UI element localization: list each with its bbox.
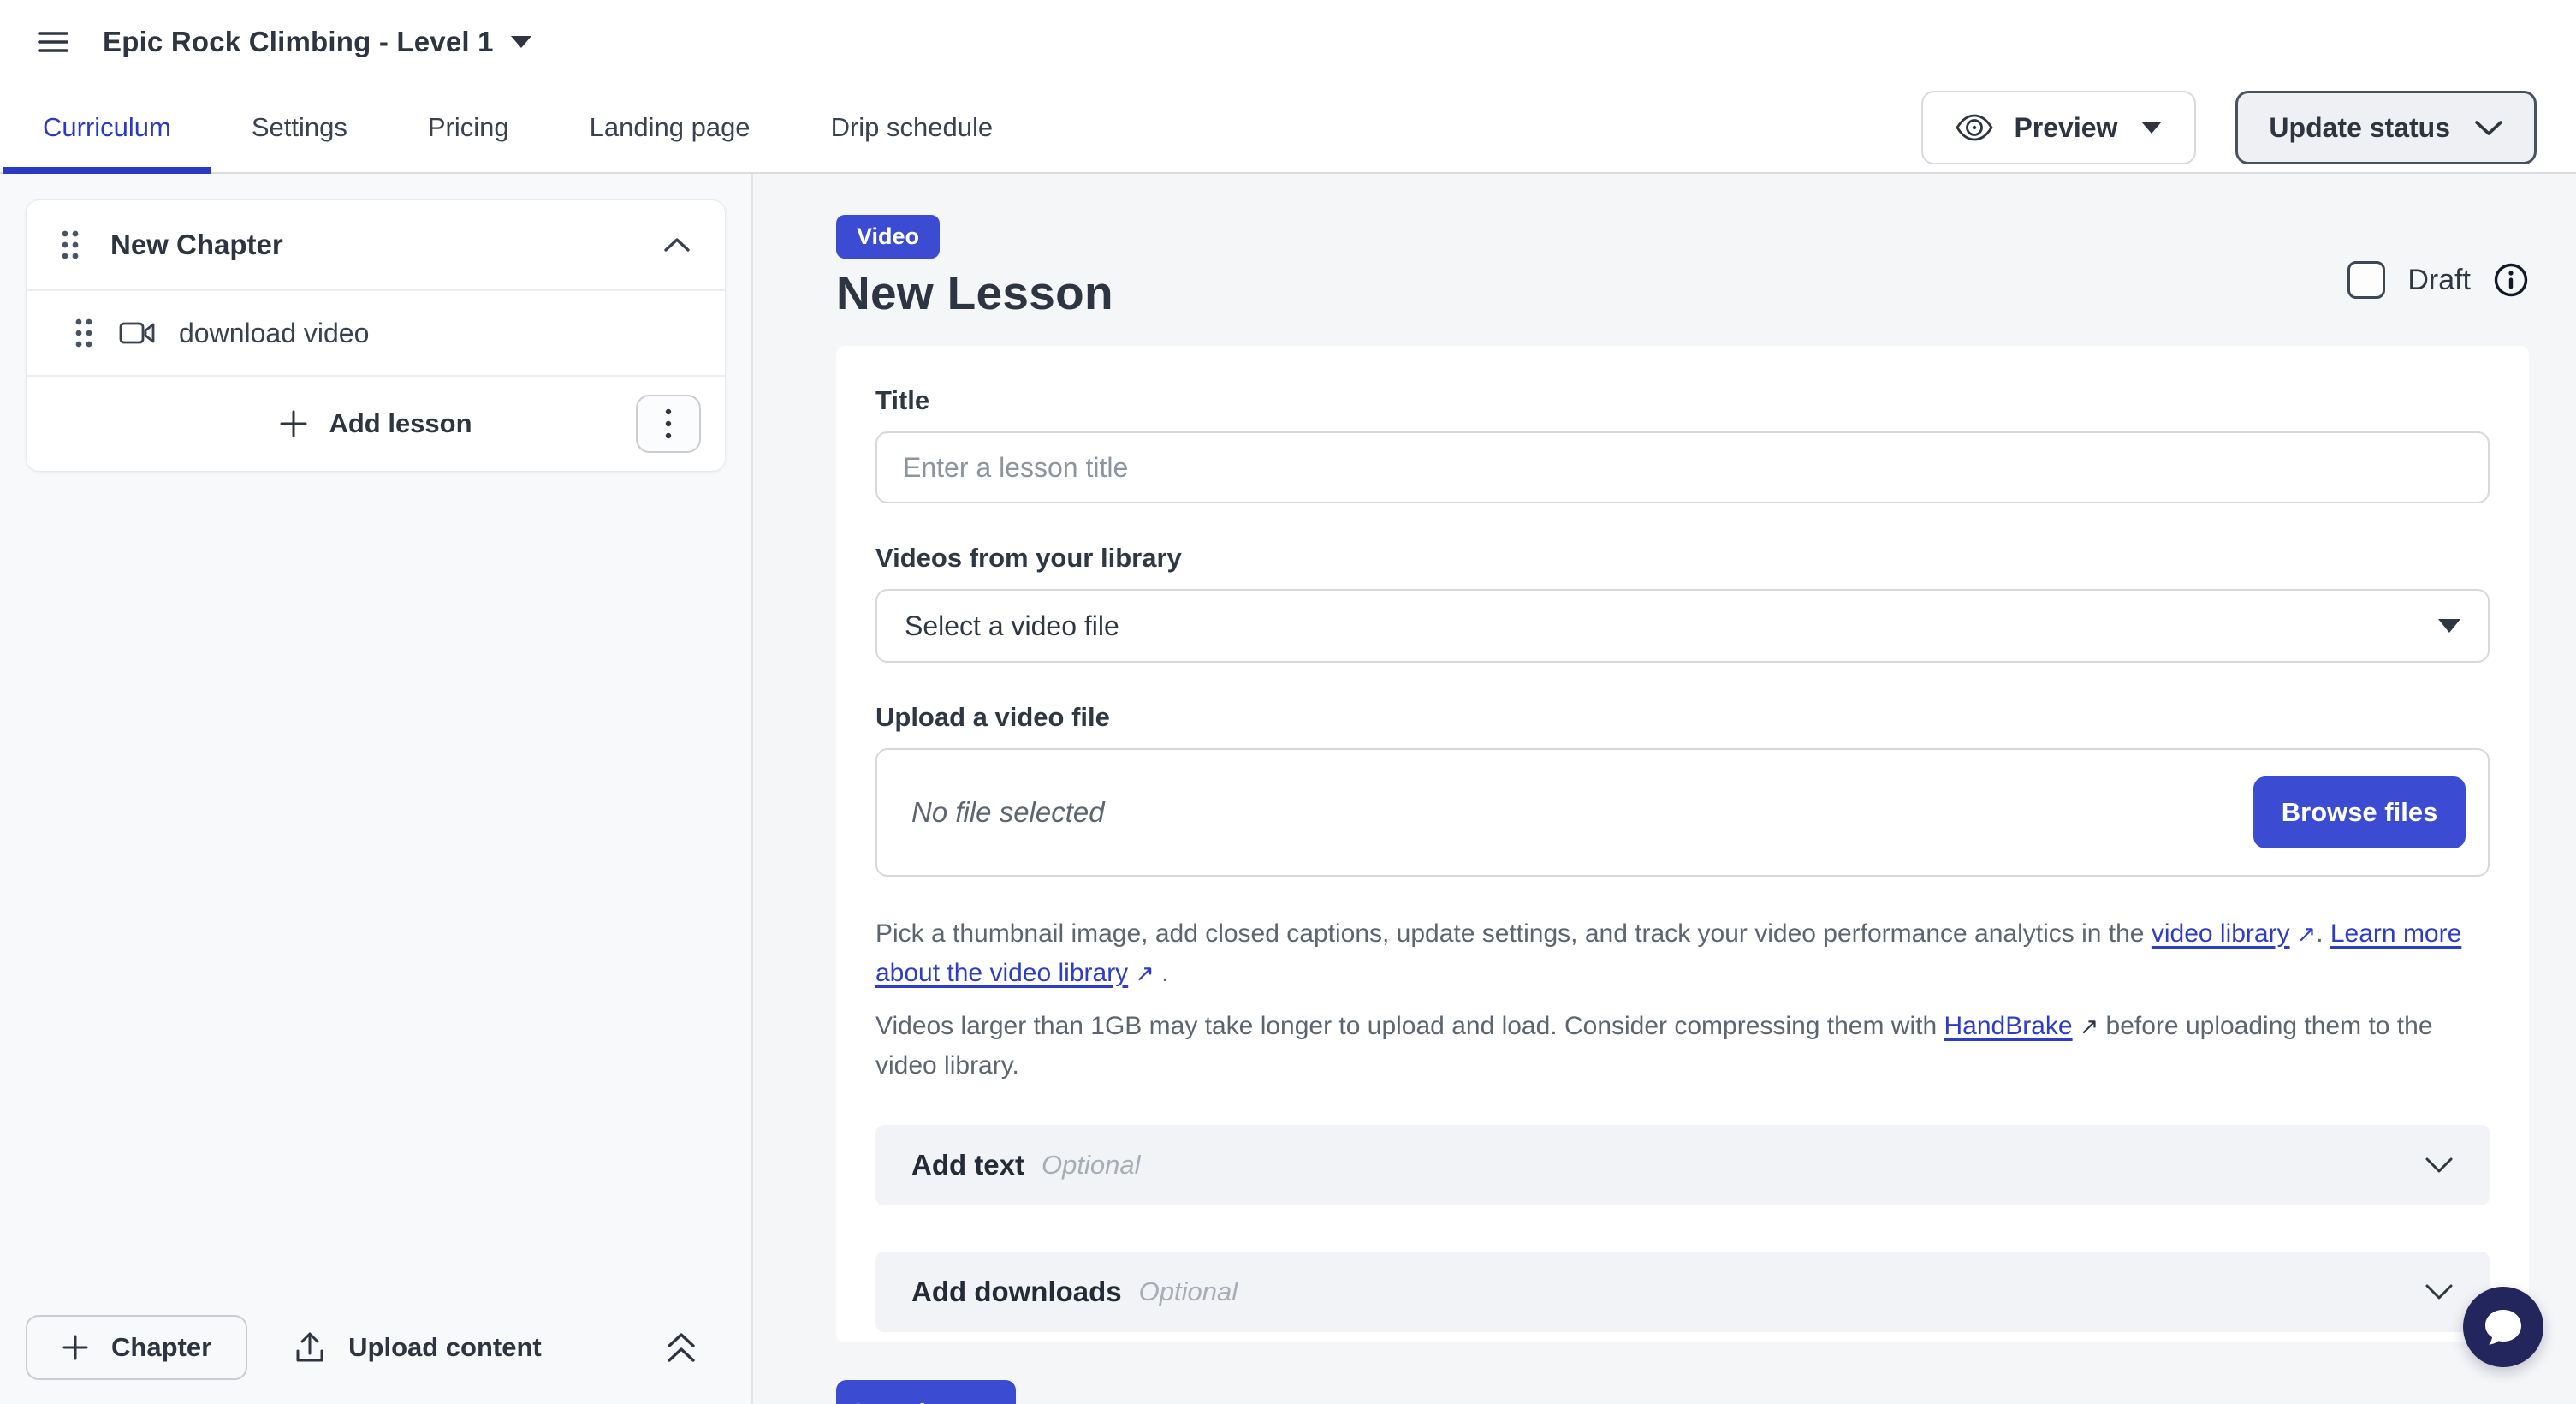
video-upload-dropzone[interactable]: No file selected Browse files (875, 748, 2490, 877)
lesson-editor-header: Video New Lesson Draft (836, 215, 2529, 320)
save-lesson-button[interactable]: Save lesson (836, 1380, 1016, 1404)
draft-checkbox[interactable] (2347, 261, 2385, 299)
optional-label: Optional (1139, 1276, 1238, 1307)
upload-content-label: Upload content (348, 1332, 542, 1363)
add-lesson-button[interactable]: Add lesson (329, 408, 472, 439)
sidebar-footer: Chapter Upload content (26, 1315, 726, 1380)
info-icon[interactable] (2493, 262, 2529, 298)
lesson-title: download video (179, 318, 369, 349)
plus-icon (279, 409, 308, 438)
chevron-down-icon (2425, 1283, 2454, 1300)
video-camera-icon (119, 320, 155, 346)
update-status-chevron-down-icon (2474, 119, 2503, 136)
plus-icon (62, 1334, 89, 1361)
chapter-header[interactable]: New Chapter (27, 200, 725, 289)
library-field-label: Videos from your library (875, 543, 2490, 574)
add-downloads-label: Add downloads (911, 1276, 1122, 1308)
chapter-kebab-menu-button[interactable] (636, 395, 701, 453)
update-status-button[interactable]: Update status (2235, 91, 2537, 164)
chat-widget-button[interactable] (2463, 1287, 2543, 1367)
help-text-segment: . (1154, 959, 1169, 987)
help-text-segment: . (2316, 919, 2330, 948)
help-text-segment: Pick a thumbnail image, add closed capti… (875, 919, 2152, 948)
tab-drip-schedule[interactable]: Drip schedule (831, 83, 994, 172)
tab-pricing[interactable]: Pricing (428, 83, 509, 172)
lesson-row-download-video[interactable]: download video (27, 289, 725, 375)
tab-settings[interactable]: Settings (252, 83, 347, 172)
eye-icon (1956, 114, 1993, 141)
tabbar-actions: Preview Update status (1921, 91, 2576, 164)
add-downloads-section-toggle[interactable]: Add downloads Optional (875, 1252, 2490, 1332)
add-text-label: Add text (911, 1149, 1024, 1181)
course-switcher-caret-icon[interactable] (511, 36, 531, 48)
course-builder-app: Epic Rock Climbing - Level 1 Curriculum … (0, 0, 2576, 1404)
video-library-select-value: Select a video file (905, 610, 1119, 642)
add-text-section-toggle[interactable]: Add text Optional (875, 1125, 2490, 1205)
help-text-segment: Videos larger than 1GB may take longer t… (875, 1012, 1944, 1040)
collapse-all-double-chevron-up-icon[interactable] (666, 1331, 697, 1364)
external-link-arrow-icon: ↗ (1135, 954, 1154, 993)
lesson-type-badge: Video (836, 215, 940, 259)
lesson-editor: Video New Lesson Draft Title Videos from… (753, 174, 2576, 1404)
add-chapter-label: Chapter (111, 1332, 211, 1363)
preview-button-label: Preview (2014, 112, 2117, 144)
upload-field-label: Upload a video file (875, 702, 2490, 733)
lesson-form-card: Title Videos from your library Select a … (836, 346, 2529, 1342)
compression-help-text: Videos larger than 1GB may take longer t… (875, 1007, 2490, 1086)
preview-button[interactable]: Preview (1921, 91, 2196, 164)
page-title: New Lesson (836, 265, 1113, 320)
content-area: New Chapter download video (0, 174, 2576, 1404)
tab-landing-page[interactable]: Landing page (590, 83, 751, 172)
video-library-help-text: Pick a thumbnail image, add closed capti… (875, 914, 2490, 993)
lesson-title-input[interactable] (875, 431, 2490, 503)
upload-icon (294, 1330, 326, 1365)
upload-content-button[interactable]: Upload content (294, 1330, 542, 1365)
lesson-heading-group: Video New Lesson (836, 215, 1113, 320)
upload-empty-text: No file selected (911, 796, 1105, 829)
drag-handle-icon[interactable] (61, 229, 80, 260)
add-chapter-button[interactable]: Chapter (26, 1315, 247, 1380)
hamburger-menu-icon[interactable] (38, 30, 68, 54)
select-caret-icon (2438, 619, 2460, 633)
chapter-title: New Chapter (110, 229, 663, 261)
update-status-label: Update status (2269, 112, 2450, 144)
chapter-collapse-chevron-up-icon[interactable] (663, 237, 691, 253)
chevron-down-icon (2425, 1157, 2454, 1174)
optional-label: Optional (1042, 1150, 1140, 1181)
drag-handle-icon[interactable] (74, 318, 93, 348)
tabbar: Curriculum Settings Pricing Landing page… (0, 83, 2576, 174)
curriculum-sidebar: New Chapter download video (0, 174, 753, 1404)
course-title[interactable]: Epic Rock Climbing - Level 1 (103, 26, 494, 58)
chapter-card: New Chapter download video (26, 199, 726, 472)
preview-caret-icon (2141, 122, 2162, 134)
add-lesson-row: Add lesson (27, 375, 725, 471)
draft-label: Draft (2407, 264, 2471, 297)
external-link-arrow-icon: ↗ (2297, 914, 2317, 954)
topbar: Epic Rock Climbing - Level 1 (0, 0, 2576, 83)
video-library-select[interactable]: Select a video file (875, 589, 2490, 663)
handbrake-link[interactable]: HandBrake (1944, 1012, 2073, 1040)
video-library-link[interactable]: video library (2152, 919, 2290, 948)
draft-toggle-row: Draft (2347, 261, 2529, 299)
tab-curriculum[interactable]: Curriculum (43, 83, 171, 172)
title-field-label: Title (875, 385, 2490, 416)
chat-bubble-icon (2481, 1306, 2526, 1347)
browse-files-button[interactable]: Browse files (2253, 776, 2466, 848)
external-link-arrow-icon: ↗ (2080, 1007, 2099, 1046)
